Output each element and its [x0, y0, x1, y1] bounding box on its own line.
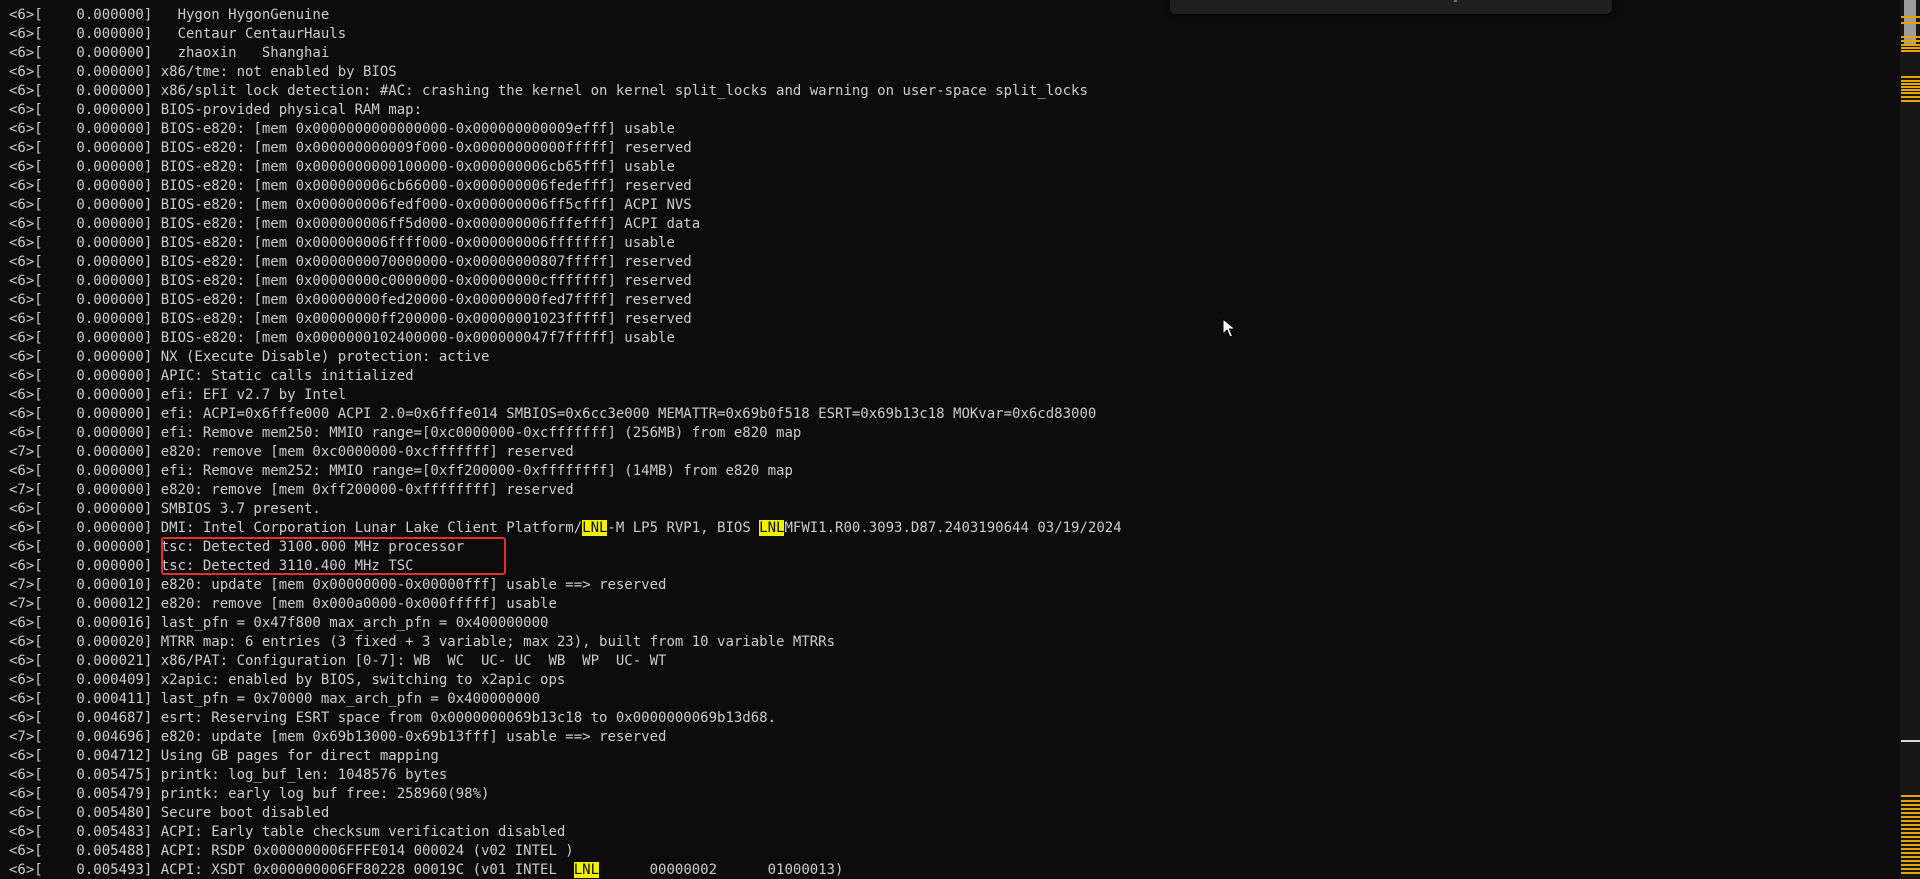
log-line: <6>[ 0.000000] BIOS-e820: [mem 0x0000000…	[9, 235, 675, 251]
log-line: <6>[ 0.005475] printk: log_buf_len: 1048…	[9, 767, 448, 783]
scroll-match-marker	[1901, 795, 1920, 797]
log-line: <6>[ 0.000000] BIOS-e820: [mem 0x0000000…	[9, 216, 701, 232]
log-line: <6>[ 0.000000] BIOS-e820: [mem 0x0000000…	[9, 178, 692, 194]
scroll-match-marker	[1901, 860, 1920, 862]
log-line: <6>[ 0.000000] BIOS-e820: [mem 0x0000000…	[9, 140, 692, 156]
log-line: <6>[ 0.000000] Hygon HygonGenuine	[9, 7, 330, 23]
log-line: <6>[ 0.000000] BIOS-e820: [mem 0x0000000…	[9, 254, 692, 270]
log-line: <7>[ 0.004696] e820: update [mem 0x69b13…	[9, 729, 667, 745]
scroll-match-marker	[1901, 800, 1920, 802]
scroll-match-marker	[1901, 848, 1920, 850]
scroll-match-marker	[1901, 804, 1920, 806]
scroll-match-marker	[1901, 80, 1920, 82]
kernel-log: <6>[ 0.000000] Hygon HygonGenuine <6>[ 0.…	[9, 6, 1122, 879]
log-line: <6>[ 0.000000] efi: Remove mem250: MMIO …	[9, 425, 802, 441]
scroll-match-marker	[1901, 86, 1920, 88]
scroll-match-marker	[1901, 856, 1920, 858]
log-text-segment: <6>[ 0.005493] ACPI: XSDT 0x000000006FF8…	[9, 862, 574, 878]
terminal-output[interactable]: <6>[ 0.000000] Hygon HygonGenuine <6>[ 0.…	[0, 0, 1900, 879]
log-line: <6>[ 0.000000] BIOS-e820: [mem 0x0000000…	[9, 311, 692, 327]
log-line: <6>[ 0.000000] x86/tme: not enabled by B…	[9, 64, 397, 80]
search-match-highlight: LNL	[582, 520, 608, 536]
scroll-match-marker	[1901, 808, 1920, 810]
log-line: <6>[ 0.005493] ACPI: XSDT 0x000000006FF8…	[9, 861, 1122, 879]
log-line: <6>[ 0.000000] BIOS-e820: [mem 0x0000000…	[9, 159, 675, 175]
scroll-match-marker	[1901, 812, 1920, 814]
log-text-segment: 00000002 01000013)	[599, 862, 844, 878]
log-line: <6>[ 0.000000] APIC: Static calls initia…	[9, 368, 414, 384]
scroll-match-marker	[1901, 44, 1920, 46]
scroll-match-marker	[1901, 840, 1920, 842]
find-overlay-indicator	[1454, 0, 1457, 2]
scroll-match-marker	[1901, 47, 1920, 49]
vertical-scrollbar[interactable]	[1900, 0, 1920, 879]
log-line: <6>[ 0.000000] BIOS-e820: [mem 0x0000000…	[9, 121, 675, 137]
search-match-highlight: LNL	[759, 520, 785, 536]
scroll-match-marker	[1901, 844, 1920, 846]
log-line: <6>[ 0.005479] printk: early log buf fre…	[9, 786, 490, 802]
log-line: <6>[ 0.000000] efi: Remove mem252: MMIO …	[9, 463, 793, 479]
log-line: <6>[ 0.004687] esrt: Reserving ESRT spac…	[9, 710, 777, 726]
scroll-match-marker	[1901, 16, 1920, 18]
scroll-match-marker	[1901, 872, 1920, 874]
scroll-match-marker	[1901, 820, 1920, 822]
scroll-match-marker	[1901, 76, 1920, 78]
scroll-match-marker	[1901, 824, 1920, 826]
scroll-match-marker	[1901, 100, 1920, 102]
log-line: <6>[ 0.005480] Secure boot disabled	[9, 805, 330, 821]
log-line: <6>[ 0.000000] BIOS-provided physical RA…	[9, 102, 423, 118]
scroll-match-marker	[1901, 836, 1920, 838]
scroll-match-marker	[1901, 828, 1920, 830]
scroll-match-marker	[1901, 96, 1920, 98]
log-line: <6>[ 0.000411] last_pfn = 0x70000 max_ar…	[9, 691, 541, 707]
scroll-match-marker	[1901, 40, 1920, 42]
scroll-match-marker	[1901, 868, 1920, 870]
log-line: <6>[ 0.000000] BIOS-e820: [mem 0x0000000…	[9, 197, 692, 213]
log-line: <6>[ 0.005488] ACPI: RSDP 0x000000006FFF…	[9, 843, 574, 859]
search-match-highlight: LNL	[573, 862, 600, 878]
scroll-match-marker	[1901, 50, 1920, 52]
log-text-segment: <6>[ 0.000000] DMI: Intel Corporation Lu…	[9, 520, 583, 536]
scroll-match-marker	[1901, 92, 1920, 94]
scroll-match-marker	[1901, 816, 1920, 818]
log-line: <6>[ 0.005483] ACPI: Early table checksu…	[9, 824, 566, 840]
find-overlay[interactable]	[1170, 0, 1612, 14]
log-line: <6>[ 0.000000] SMBIOS 3.7 present.	[9, 501, 321, 517]
scroll-match-marker	[1901, 89, 1920, 91]
log-line: <6>[ 0.000000] BIOS-e820: [mem 0x0000000…	[9, 330, 675, 346]
log-line: <7>[ 0.000000] e820: remove [mem 0xff200…	[9, 482, 574, 498]
log-line: <6>[ 0.000000] BIOS-e820: [mem 0x0000000…	[9, 292, 692, 308]
log-line: <6>[ 0.000000] x86/split lock detection:…	[9, 83, 1088, 99]
log-line: <6>[ 0.000000] tsc: Detected 3100.000 MH…	[9, 539, 465, 555]
scroll-match-marker	[1901, 864, 1920, 866]
log-line: <6>[ 0.000016] last_pfn = 0x47f800 max_a…	[9, 615, 549, 631]
log-line: <6>[ 0.000000] NX (Execute Disable) prot…	[9, 349, 490, 365]
log-line: <6>[ 0.000000] efi: ACPI=0x6fffe000 ACPI…	[9, 406, 1097, 422]
log-line: <6>[ 0.000000] zhaoxin Shanghai	[9, 45, 330, 61]
scroll-match-marker	[1901, 36, 1920, 38]
log-line: <6>[ 0.000409] x2apic: enabled by BIOS, …	[9, 672, 566, 688]
log-text-segment: -M LP5 RVP1, BIOS	[607, 520, 760, 536]
log-line: <6>[ 0.004712] Using GB pages for direct…	[9, 748, 439, 764]
scroll-match-marker	[1901, 832, 1920, 834]
scroll-match-marker	[1901, 740, 1920, 742]
log-line: <6>[ 0.000000] tsc: Detected 3110.400 MH…	[9, 558, 414, 574]
log-line: <7>[ 0.000000] e820: remove [mem 0xc0000…	[9, 444, 574, 460]
log-text-segment: MFWI1.R00.3093.D87.2403190644 03/19/2024	[784, 520, 1122, 536]
log-line: <6>[ 0.000000] DMI: Intel Corporation Lu…	[9, 519, 1122, 538]
log-line: <6>[ 0.000021] x86/PAT: Configuration [0…	[9, 653, 667, 669]
log-line: <6>[ 0.000020] MTRR map: 6 entries (3 fi…	[9, 634, 836, 650]
log-line: <7>[ 0.000012] e820: remove [mem 0x000a0…	[9, 596, 557, 612]
log-line: <6>[ 0.000000] BIOS-e820: [mem 0x0000000…	[9, 273, 692, 289]
log-line: <6>[ 0.000000] Centaur CentaurHauls	[9, 26, 347, 42]
scroll-match-marker	[1901, 83, 1920, 85]
scroll-match-marker	[1901, 852, 1920, 854]
log-line: <6>[ 0.000000] efi: EFI v2.7 by Intel	[9, 387, 347, 403]
log-line: <7>[ 0.000010] e820: update [mem 0x00000…	[9, 577, 667, 593]
scroll-match-marker	[1901, 22, 1920, 24]
